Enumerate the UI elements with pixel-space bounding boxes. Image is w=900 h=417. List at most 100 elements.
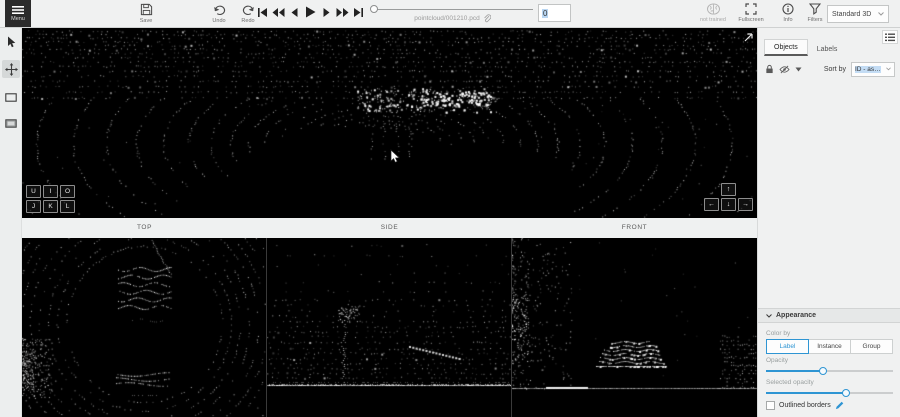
- key-i[interactable]: I: [43, 185, 58, 198]
- fast-forward-icon: [336, 7, 349, 18]
- color-by-instance-button[interactable]: Instance: [808, 339, 851, 354]
- chevron-down-icon: [878, 12, 884, 16]
- selected-opacity-label: Selected opacity: [766, 379, 893, 386]
- box-tool-button[interactable]: [2, 88, 20, 106]
- side-view[interactable]: [267, 238, 511, 417]
- ml-status-label: not trained: [700, 17, 726, 23]
- undo-button[interactable]: Undo: [205, 3, 233, 24]
- fullscreen-icon: [745, 3, 757, 15]
- arrow-down-key[interactable]: ↓: [721, 198, 736, 211]
- tab-labels[interactable]: Labels: [808, 42, 847, 56]
- main-pointcloud-canvas[interactable]: [22, 28, 757, 218]
- key-u[interactable]: U: [26, 185, 41, 198]
- lock-icon[interactable]: [765, 64, 774, 74]
- top-view-label: TOP: [22, 218, 267, 238]
- caret-down-icon[interactable]: [795, 67, 802, 72]
- timeline-track: [372, 9, 533, 10]
- outlined-borders-row: Outlined borders: [766, 401, 893, 410]
- edit-pen-icon[interactable]: [835, 401, 844, 410]
- opacity-slider[interactable]: [766, 366, 893, 376]
- skip-to-start-button[interactable]: [256, 5, 269, 19]
- fast-backward-button[interactable]: [272, 5, 285, 19]
- select-tool-button[interactable]: [2, 33, 20, 51]
- color-by-label-button[interactable]: Label: [766, 339, 809, 354]
- move-icon: [5, 63, 18, 76]
- front-view[interactable]: [512, 238, 757, 417]
- save-icon: [140, 3, 153, 16]
- current-file: pointcloud/001210.pcd: [360, 14, 545, 23]
- step-forward-icon: [322, 7, 331, 18]
- mouse-cursor: [390, 149, 401, 169]
- filter-icon: [809, 3, 821, 15]
- arrow-right-key[interactable]: →: [738, 198, 753, 211]
- sort-by-label: Sort by: [824, 66, 846, 73]
- info-button[interactable]: Info: [774, 3, 802, 23]
- frame-input[interactable]: 0: [538, 4, 571, 22]
- info-icon: [782, 3, 794, 15]
- move-tool-button[interactable]: [2, 60, 20, 78]
- outlined-borders-checkbox[interactable]: [766, 401, 775, 410]
- image-tool-button[interactable]: [2, 114, 20, 132]
- tab-objects[interactable]: Objects: [764, 39, 808, 56]
- arrow-left-key[interactable]: ←: [704, 198, 719, 211]
- chevron-down-icon: [766, 314, 772, 318]
- attachment-icon: [483, 14, 491, 23]
- front-view-label: FRONT: [512, 218, 757, 238]
- undo-icon: [213, 3, 226, 16]
- sort-select-value: ID - as…: [855, 66, 881, 73]
- side-view-canvas[interactable]: [267, 238, 511, 417]
- sort-select[interactable]: ID - as…: [851, 62, 895, 77]
- chevron-down-icon: [886, 67, 891, 71]
- tool-sidebar: [0, 28, 22, 417]
- view-mode-select[interactable]: Standard 3D: [827, 5, 889, 23]
- opacity-fill: [766, 370, 823, 372]
- ml-status-button[interactable]: not trained: [699, 3, 727, 23]
- step-backward-button[interactable]: [288, 5, 301, 19]
- fullscreen-button[interactable]: Fullscreen: [737, 3, 765, 23]
- color-by-label: Color by: [766, 330, 893, 337]
- menu-button[interactable]: Menu: [5, 0, 31, 27]
- key-k[interactable]: K: [43, 200, 58, 213]
- redo-icon: [242, 3, 255, 16]
- image-icon: [5, 119, 17, 128]
- play-button[interactable]: [304, 5, 317, 19]
- box-icon: [5, 93, 17, 102]
- appearance-section-header[interactable]: Appearance: [758, 308, 900, 323]
- opacity-handle[interactable]: [819, 367, 827, 375]
- list-view-button[interactable]: [882, 30, 898, 44]
- menu-label: Menu: [11, 16, 25, 22]
- top-view[interactable]: [22, 238, 266, 417]
- filename-label: pointcloud/001210.pcd: [414, 15, 479, 22]
- selected-opacity-handle[interactable]: [842, 389, 850, 397]
- hamburger-icon: [12, 6, 24, 14]
- front-view-canvas[interactable]: [512, 238, 757, 417]
- step-forward-button[interactable]: [320, 5, 333, 19]
- timeline-handle[interactable]: [370, 5, 378, 13]
- key-o[interactable]: O: [60, 185, 75, 198]
- frame-input-value: 0: [542, 9, 548, 18]
- view-label-bar: TOP SIDE FRONT: [22, 218, 757, 238]
- key-j[interactable]: J: [26, 200, 41, 213]
- orthographic-views: [22, 238, 757, 417]
- playback-controls: [256, 5, 365, 19]
- list-icon: [885, 33, 895, 42]
- filters-button[interactable]: Filters: [801, 3, 829, 23]
- expand-icon: [743, 32, 754, 43]
- main-3d-view[interactable]: U I O J K L ↑ ← ↓ →: [22, 28, 757, 218]
- filters-label: Filters: [808, 17, 823, 23]
- arrow-up-key[interactable]: ↑: [721, 183, 736, 196]
- info-label: Info: [783, 17, 792, 23]
- save-button[interactable]: Save: [132, 3, 160, 24]
- objects-toolbar: Sort by ID - as…: [765, 61, 895, 77]
- right-panel: Objects Labels Sort by ID - as…: [757, 28, 900, 417]
- key-l[interactable]: L: [60, 200, 75, 213]
- app-window: Menu Save Undo Redo: [0, 0, 900, 417]
- top-view-canvas[interactable]: [22, 238, 266, 417]
- play-icon: [305, 6, 316, 18]
- eye-hidden-icon[interactable]: [779, 65, 790, 74]
- selected-opacity-fill: [766, 392, 846, 394]
- fast-forward-button[interactable]: [336, 5, 349, 19]
- color-by-group-button[interactable]: Group: [850, 339, 893, 354]
- expand-view-button[interactable]: [743, 30, 754, 48]
- selected-opacity-slider[interactable]: [766, 388, 893, 398]
